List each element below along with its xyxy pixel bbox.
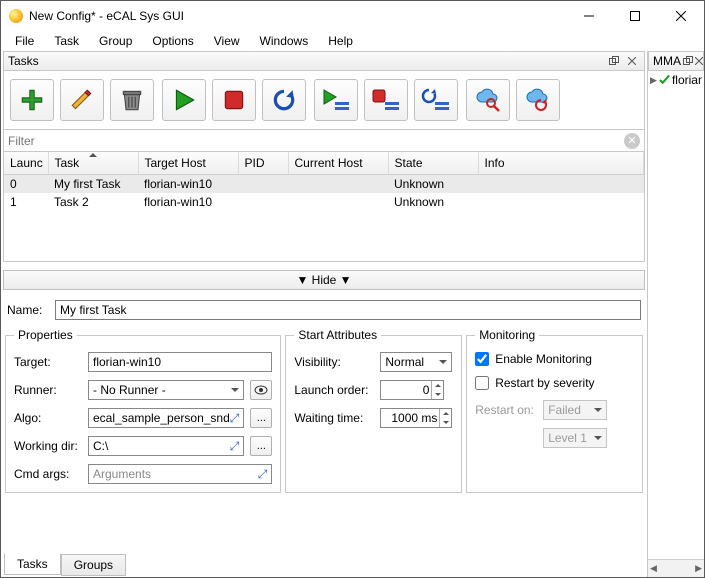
wdir-input[interactable]: C:\⤢ — [88, 436, 244, 456]
restart-on-select-2: Level 1 — [543, 428, 607, 448]
scroll-left-icon[interactable]: ◀ — [650, 563, 657, 574]
cmd-label: Cmd args: — [14, 467, 82, 481]
scroll-right-icon[interactable]: ▶ — [695, 563, 702, 574]
algo-input[interactable]: ecal_sample_person_snd⤢ — [88, 408, 244, 428]
tab-groups[interactable]: Groups — [61, 554, 126, 576]
undock-icon[interactable] — [606, 54, 622, 68]
col-launch[interactable]: Launc — [4, 152, 48, 174]
chevron-right-icon: ▶ — [650, 75, 657, 86]
menu-windows[interactable]: Windows — [252, 32, 317, 50]
task-table: Launc Task Target Host PID Current Host … — [4, 152, 644, 211]
window-title: New Config* - eCAL Sys GUI — [29, 9, 566, 23]
runner-select[interactable]: - No Runner - — [88, 380, 244, 400]
table-row[interactable]: 1 Task 2 florian-win10 Unknown — [4, 193, 644, 211]
close-panel-icon[interactable] — [624, 54, 640, 68]
mma-panel-title: MMA — [653, 54, 681, 68]
tab-tasks[interactable]: Tasks — [4, 553, 61, 575]
table-row[interactable]: 0 My first Task florian-win10 Unknown — [4, 174, 644, 193]
target-label: Target: — [14, 355, 82, 369]
wait-spin[interactable]: 1000 ms — [380, 408, 452, 428]
minimize-button[interactable] — [566, 1, 612, 31]
mon-legend: Monitoring — [475, 328, 539, 342]
col-info[interactable]: Info — [478, 152, 644, 174]
col-pid[interactable]: PID — [238, 152, 288, 174]
hide-toggle[interactable]: ▼ Hide ▼ — [3, 270, 645, 290]
undock-icon[interactable] — [683, 54, 693, 68]
eye-icon[interactable] — [250, 380, 272, 400]
menu-file[interactable]: File — [7, 32, 42, 50]
cloud-sync-button[interactable] — [516, 79, 560, 121]
expand-icon[interactable]: ⤢ — [258, 467, 268, 482]
order-spin[interactable]: 0 — [380, 380, 444, 400]
stop-list-button[interactable] — [364, 79, 408, 121]
tasks-panel-title: Tasks — [8, 54, 39, 68]
close-button[interactable] — [658, 1, 704, 31]
tasks-panel-header: Tasks — [3, 51, 645, 71]
expand-icon[interactable]: ⤢ — [230, 411, 240, 426]
name-label: Name: — [7, 303, 47, 317]
col-state[interactable]: State — [388, 152, 478, 174]
algo-label: Algo: — [14, 411, 82, 425]
mma-panel-header: MMA — [648, 51, 704, 71]
chevron-down-icon — [439, 360, 447, 364]
filter-input[interactable] — [8, 134, 624, 148]
tree-node[interactable]: ▶ florian — [648, 71, 704, 89]
restart-on-select-1: Failed — [543, 400, 607, 420]
col-target[interactable]: Target Host — [138, 152, 238, 174]
restart-on-label: Restart on: — [475, 403, 537, 417]
app-icon — [9, 9, 23, 23]
tree-node-label: florian — [672, 73, 702, 87]
chevron-down-icon — [594, 408, 602, 412]
menu-task[interactable]: Task — [46, 32, 87, 50]
col-current[interactable]: Current Host — [288, 152, 388, 174]
check-icon — [659, 74, 670, 86]
clear-filter-icon[interactable]: ✕ — [624, 133, 640, 149]
close-panel-icon[interactable] — [695, 54, 703, 68]
menu-options[interactable]: Options — [144, 32, 201, 50]
maximize-button[interactable] — [612, 1, 658, 31]
col-task[interactable]: Task — [48, 152, 138, 174]
enable-monitoring-label: Enable Monitoring — [495, 352, 592, 366]
hscrollbar[interactable]: ◀ ▶ — [648, 559, 704, 577]
cmd-input[interactable]: Arguments⤢ — [88, 464, 272, 484]
menu-view[interactable]: View — [206, 32, 248, 50]
edit-task-button[interactable] — [60, 79, 104, 121]
order-label: Launch order: — [294, 383, 374, 397]
restart-list-button[interactable] — [414, 79, 458, 121]
enable-monitoring-checkbox[interactable] — [475, 352, 489, 366]
start-button[interactable] — [162, 79, 206, 121]
cloud-search-button[interactable] — [466, 79, 510, 121]
menubar: File Task Group Options View Windows Hel… — [1, 31, 704, 51]
wait-label: Waiting time: — [294, 411, 374, 425]
restart-severity-label: Restart by severity — [495, 376, 594, 390]
visibility-label: Visibility: — [294, 355, 374, 369]
expand-icon[interactable]: ⤢ — [230, 439, 240, 454]
start-list-button[interactable] — [314, 79, 358, 121]
name-input[interactable] — [55, 300, 641, 320]
target-input[interactable]: florian-win10 — [88, 352, 272, 372]
props-legend: Properties — [14, 328, 77, 342]
algo-browse-button[interactable]: ... — [250, 408, 272, 428]
wdir-browse-button[interactable]: ... — [250, 436, 272, 456]
chevron-down-icon — [594, 436, 602, 440]
chevron-down-icon — [231, 388, 239, 392]
start-legend: Start Attributes — [294, 328, 381, 342]
restart-severity-checkbox[interactable] — [475, 376, 489, 390]
runner-label: Runner: — [14, 383, 82, 397]
stop-button[interactable] — [212, 79, 256, 121]
wdir-label: Working dir: — [14, 439, 82, 453]
menu-help[interactable]: Help — [320, 32, 361, 50]
visibility-select[interactable]: Normal — [380, 352, 452, 372]
restart-button[interactable] — [262, 79, 306, 121]
delete-task-button[interactable] — [110, 79, 154, 121]
add-task-button[interactable] — [10, 79, 54, 121]
menu-group[interactable]: Group — [91, 32, 140, 50]
